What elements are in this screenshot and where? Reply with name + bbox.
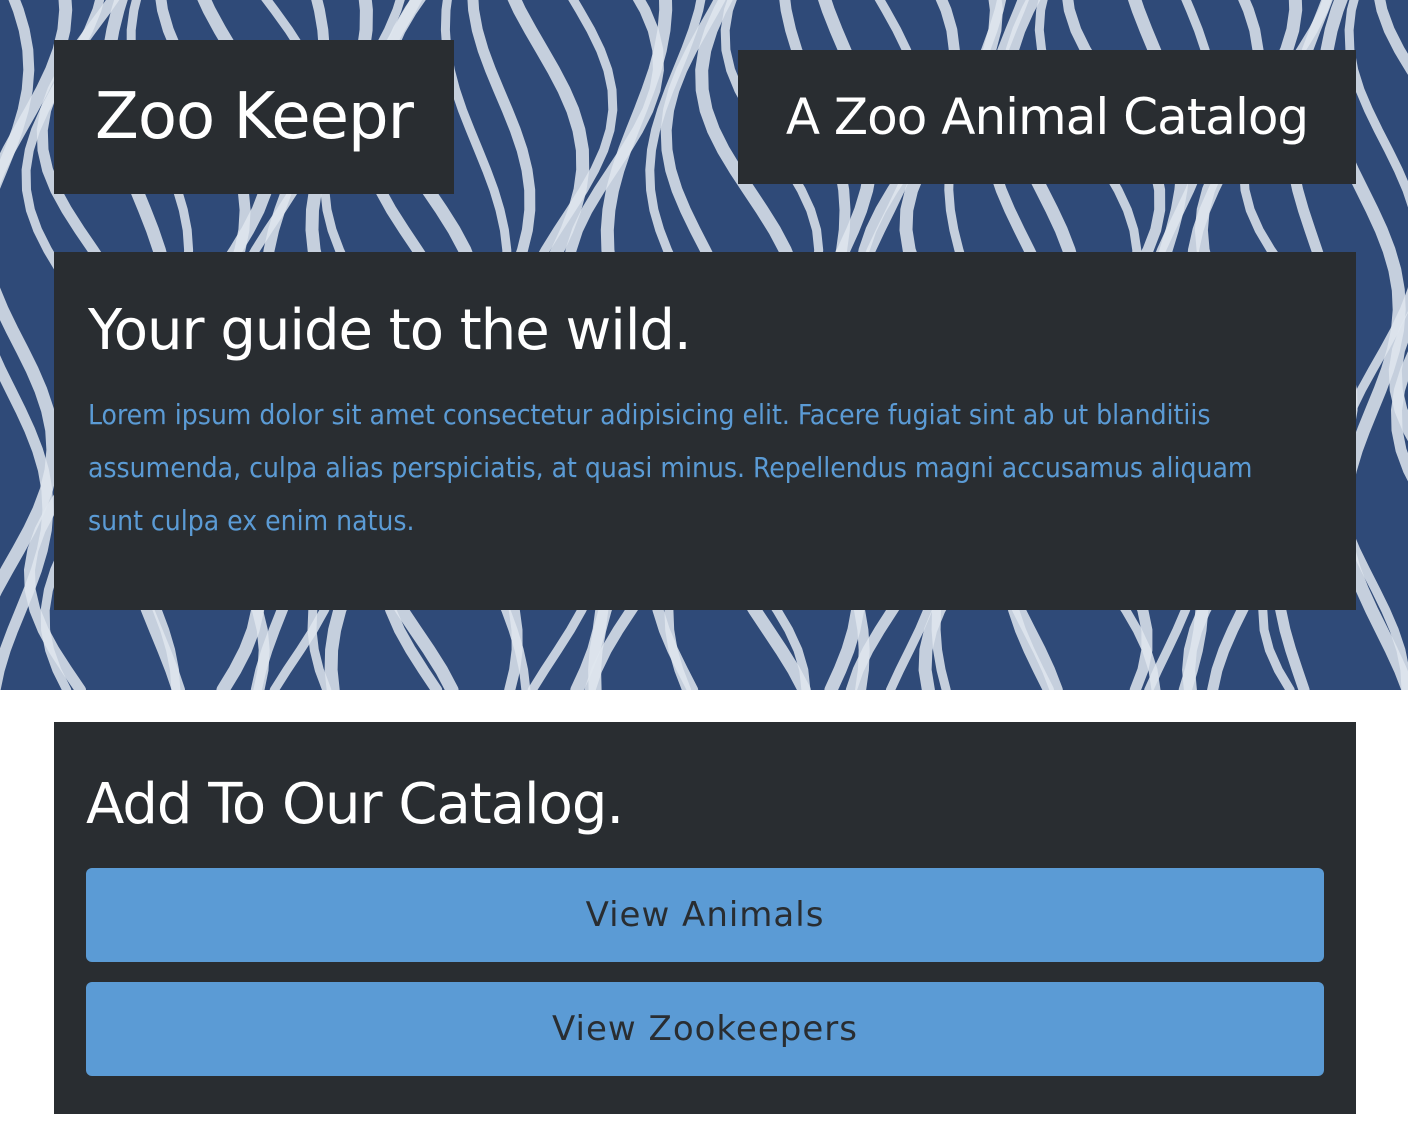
view-zookeepers-button[interactable]: View Zookeepers [86,982,1324,1076]
brand-box: Zoo Keepr [54,40,454,194]
hero-banner: Zoo Keepr A Zoo Animal Catalog Your guid… [0,0,1408,690]
site-tagline: A Zoo Animal Catalog [785,88,1309,146]
view-animals-button[interactable]: View Animals [86,868,1324,962]
catalog-heading: Add To Our Catalog. [86,772,624,837]
site-title[interactable]: Zoo Keepr [95,80,414,154]
tagline-box: A Zoo Animal Catalog [738,50,1356,184]
intro-panel: Your guide to the wild. Lorem ipsum dolo… [54,252,1356,610]
intro-heading: Your guide to the wild. [88,298,692,363]
intro-text: Lorem ipsum dolor sit amet consectetur a… [88,398,1253,537]
catalog-panel: Add To Our Catalog. View Animals View Zo… [54,722,1356,1114]
